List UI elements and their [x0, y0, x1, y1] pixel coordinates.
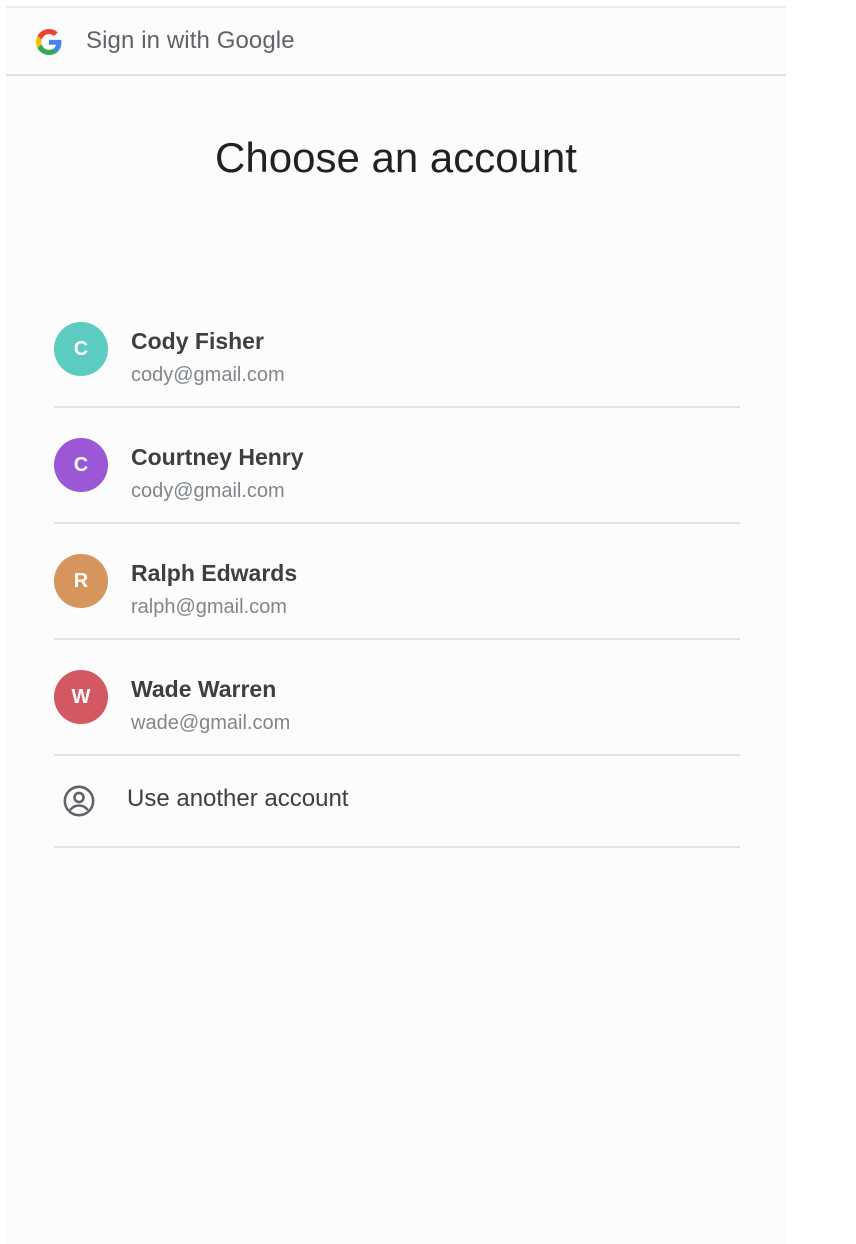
avatar-initial: R	[73, 569, 89, 592]
account-email: wade@gmail.com	[131, 712, 291, 734]
account-item-ralph-edwards[interactable]: R Ralph Edwards ralph@gmail.com	[54, 524, 740, 640]
page-title: Choose an account	[215, 134, 577, 181]
account-circle-icon	[63, 785, 95, 817]
avatar-initial: C	[73, 453, 89, 476]
account-email: cody@gmail.com	[131, 364, 285, 386]
use-another-account-label: Use another account	[127, 785, 349, 812]
avatar-initial: W	[71, 685, 91, 708]
avatar: R	[54, 554, 108, 608]
account-name: Cody Fisher	[131, 328, 264, 354]
avatar-initial: C	[73, 337, 89, 360]
header-title: Sign in with Google	[86, 27, 295, 54]
avatar: C	[54, 322, 108, 376]
dialog-header: Sign in with Google	[6, 8, 786, 76]
use-another-account-button[interactable]: Use another account	[54, 756, 740, 848]
google-g-icon	[36, 29, 62, 55]
sign-in-dialog: Sign in with Google Choose an account C …	[6, 6, 786, 1244]
account-list: C Cody Fisher cody@gmail.com C Courtney …	[54, 292, 740, 848]
avatar: W	[54, 670, 108, 724]
account-email: cody@gmail.com	[131, 480, 285, 502]
account-name: Wade Warren	[131, 676, 277, 702]
account-item-cody-fisher[interactable]: C Cody Fisher cody@gmail.com	[54, 292, 740, 408]
account-email: ralph@gmail.com	[131, 596, 287, 618]
account-item-courtney-henry[interactable]: C Courtney Henry cody@gmail.com	[54, 408, 740, 524]
account-name: Courtney Henry	[131, 444, 304, 470]
avatar: C	[54, 438, 108, 492]
page: Sign in with Google Choose an account C …	[0, 0, 856, 1244]
account-item-wade-warren[interactable]: W Wade Warren wade@gmail.com	[54, 640, 740, 756]
account-name: Ralph Edwards	[131, 560, 298, 586]
